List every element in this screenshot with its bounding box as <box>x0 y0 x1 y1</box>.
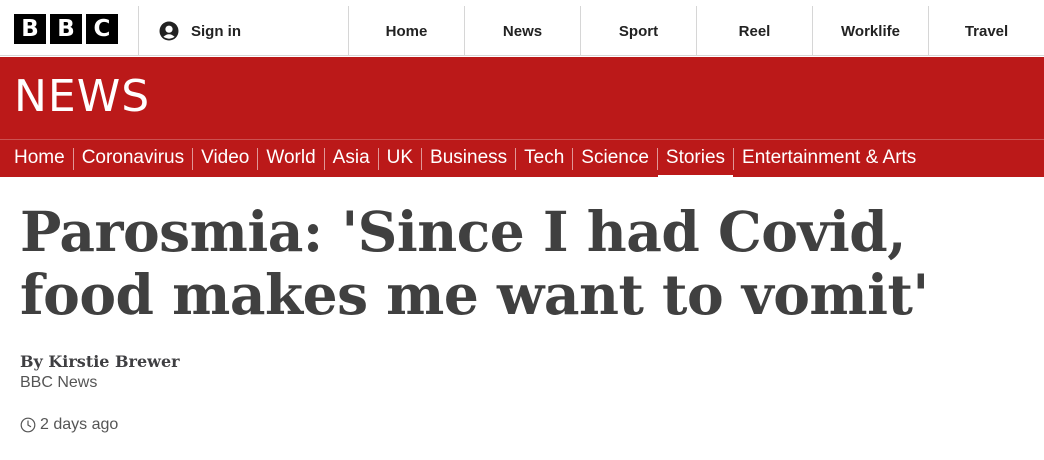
subnav-divider <box>192 147 194 170</box>
subnav-divider <box>733 147 735 170</box>
subnav-world[interactable]: World <box>266 140 315 178</box>
subnav-uk[interactable]: UK <box>387 140 413 178</box>
sign-in-label: Sign in <box>191 22 241 40</box>
news-title[interactable]: NEWS <box>14 71 150 122</box>
topnav-home[interactable]: Home <box>349 6 465 56</box>
sign-in-button[interactable]: Sign in <box>139 6 349 56</box>
subnav-divider <box>515 147 517 170</box>
section-navigation: Home Coronavirus Video World Asia UK Bus… <box>0 139 1044 179</box>
subnav-divider <box>421 147 423 170</box>
bbc-logo[interactable]: B B C <box>14 14 118 44</box>
article-timestamp: 2 days ago <box>20 416 118 434</box>
subnav-divider <box>377 147 379 170</box>
logo-letter-b2: B <box>50 14 82 44</box>
subnav-business[interactable]: Business <box>430 140 507 178</box>
subnav-stories[interactable]: Stories <box>657 140 734 179</box>
user-icon <box>159 21 179 41</box>
article-byline: By Kirstie Brewer <box>20 352 180 371</box>
subnav-coronavirus[interactable]: Coronavirus <box>82 140 184 178</box>
subnav-divider <box>72 147 74 170</box>
topnav-sport[interactable]: Sport <box>581 6 697 56</box>
article-source: BBC News <box>20 374 98 391</box>
subnav-home[interactable]: Home <box>14 140 65 178</box>
subnav-video[interactable]: Video <box>201 140 249 178</box>
subnav-divider <box>257 147 259 170</box>
topnav-news[interactable]: News <box>465 6 581 56</box>
logo-letter-b1: B <box>14 14 46 44</box>
top-navigation: Sign in Home News Sport Reel Worklife Tr… <box>138 6 1044 56</box>
clock-icon <box>20 417 36 433</box>
topnav-reel[interactable]: Reel <box>697 6 813 56</box>
news-masthead: NEWS Home Coronavirus Video World Asia U… <box>0 57 1044 179</box>
topnav-worklife[interactable]: Worklife <box>813 6 929 56</box>
subnav-asia[interactable]: Asia <box>333 140 370 178</box>
top-bar: B B C Sign in Home News Sport Reel Workl… <box>0 0 1044 56</box>
topnav-travel[interactable]: Travel <box>929 6 1044 56</box>
subnav-science[interactable]: Science <box>581 140 649 178</box>
subnav-divider <box>323 147 325 170</box>
subnav-tech[interactable]: Tech <box>524 140 564 178</box>
logo-letter-c: C <box>86 14 118 44</box>
subnav-divider <box>656 147 658 170</box>
subnav-divider <box>572 147 574 170</box>
timestamp-text: 2 days ago <box>40 416 119 433</box>
subnav-entertainment-arts[interactable]: Entertainment & Arts <box>742 140 916 178</box>
article-headline: Parosmia: 'Since I had Covid, food makes… <box>20 199 929 327</box>
